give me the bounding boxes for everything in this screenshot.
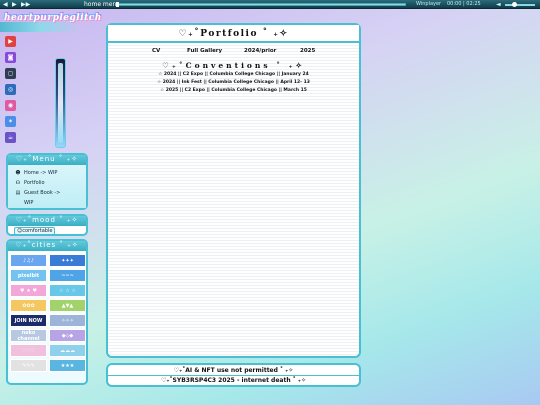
progress-handle[interactable] xyxy=(116,2,119,7)
city-badge[interactable]: JOIN NOW xyxy=(10,314,47,327)
city-badge[interactable]: ♥ ★ ♥ xyxy=(10,284,47,297)
portfolio-panel: ♡₊˚Portfolio ˚ ₊✧ CV Full Gallery 2024/p… xyxy=(106,23,361,358)
smiley-icon: ☻ xyxy=(15,170,21,176)
book-icon: ▤ xyxy=(15,190,21,196)
square-icon[interactable]: ◻ xyxy=(5,68,16,79)
twitch-icon[interactable]: ◙ xyxy=(5,52,16,63)
menu-item-label: Portfolio xyxy=(24,180,45,186)
city-badge[interactable]: ♪♫♪ xyxy=(10,254,47,267)
next-icon[interactable]: ▶▶ xyxy=(21,1,30,8)
previous-icon[interactable]: ◀ xyxy=(3,1,8,8)
kofi-icon[interactable]: ☕ xyxy=(5,132,16,143)
menu-item-guestbook[interactable]: ▤ Guest Book -> xyxy=(14,188,80,198)
city-badge[interactable]: ☆ ☆ ☆ xyxy=(49,284,86,297)
page-title: ♡₊˚Portfolio ˚ ₊✧ xyxy=(108,25,359,43)
portfolio-tabs: CV Full Gallery 2024/prior 2025 xyxy=(108,47,359,56)
player-name: Winplayer xyxy=(416,1,442,7)
sidebar-scroll-decoration xyxy=(55,58,66,148)
conventions-list: ☆ 2024 || C2 Expo || Columbia College Ch… xyxy=(108,71,359,95)
city-badge[interactable]: neko channel xyxy=(10,329,47,342)
footer-panel: ♡₊˚AI & NFT use not permitted ˚ ₊✧ ♡₊˚SY… xyxy=(106,363,361,387)
tab-2025[interactable]: 2025 xyxy=(300,47,315,56)
tab-cv[interactable]: CV xyxy=(152,47,160,56)
speaker-icon[interactable]: ◄ xyxy=(496,1,501,8)
city-badge[interactable]: ~~~ xyxy=(49,269,86,282)
list-item: ☆ 2025 || C2 Expo || Columbia College Ch… xyxy=(160,88,307,93)
time-elapsed: 00:00 xyxy=(447,1,462,7)
mood-title: ♡₊˚mood ˚ ₊✧ xyxy=(8,216,86,226)
menu-item-wip[interactable]: WIP xyxy=(14,198,80,208)
music-player-bar: ◀ ▶ ▶▶ home men Winplayer 00:00 | 02:25 … xyxy=(0,0,540,9)
menu-title: ♡₊˚Menu ˚ ₊✧ xyxy=(8,155,86,165)
palette-icon: ☊ xyxy=(15,180,21,186)
city-badge[interactable]: ✧✧✧ xyxy=(49,314,86,327)
city-badge[interactable]: ♡♡♡ xyxy=(10,344,47,357)
scroll-glow xyxy=(58,63,63,143)
site-logo[interactable]: heartpurpleglitch xyxy=(4,10,101,26)
cities-title: ♡₊˚cities ˚ ₊✧ xyxy=(8,241,86,251)
city-badge[interactable]: ☁☁☁ xyxy=(49,344,86,357)
camera-icon[interactable]: ◎ xyxy=(5,84,16,95)
city-badge[interactable]: ▲▼▲ xyxy=(49,299,86,312)
progress-bar[interactable] xyxy=(116,3,406,6)
menu-panel: ♡₊˚Menu ˚ ₊✧ ☻ Home -> WIP ☊ Portfolio ▤… xyxy=(6,153,88,210)
mood-panel: ♡₊˚mood ˚ ₊✧ ☺comfortable xyxy=(6,214,88,236)
logo-text: heartpurpleglitch xyxy=(4,13,102,23)
cities-panel: ♡₊˚cities ˚ ₊✧ ♪♫♪ ✦✦✦ pixelbit ~~~ ♥ ★ ♥ ☆ ☆… xyxy=(6,239,88,385)
play-icon[interactable]: ▶ xyxy=(12,1,17,8)
list-item: ☆ 2024 || C2 Expo || Columbia College Ch… xyxy=(158,72,309,77)
conventions-title: ♡₊˚Conventions ˚ ₊✧ xyxy=(162,61,305,70)
youtube-icon[interactable]: ▶ xyxy=(5,36,16,47)
menu-item-label: Home -> WIP xyxy=(24,170,58,176)
city-badge[interactable]: ✿✿✿ xyxy=(10,299,47,312)
city-badge[interactable]: ✎✎✎ xyxy=(10,359,47,372)
menu-item-home[interactable]: ☻ Home -> WIP xyxy=(14,168,80,178)
mood-value: comfortable xyxy=(22,228,53,234)
menu-item-portfolio[interactable]: ☊ Portfolio xyxy=(14,178,80,188)
menu-item-label: WIP xyxy=(24,200,34,206)
tab-2024-prior[interactable]: 2024/prior xyxy=(244,47,276,56)
menu-list: ☻ Home -> WIP ☊ Portfolio ▤ Guest Book -… xyxy=(8,165,86,208)
time-display: 00:00 | 02:25 xyxy=(447,1,481,7)
mood-body: ☺comfortable xyxy=(8,226,86,236)
menu-item-label: Guest Book -> xyxy=(24,190,61,196)
tab-full-gallery[interactable]: Full Gallery xyxy=(187,47,222,56)
city-badge[interactable]: ★★★ xyxy=(49,359,86,372)
instagram-icon[interactable]: ◉ xyxy=(5,100,16,111)
social-links: ▶ ◙ ◻ ◎ ◉ ✶ ☕ xyxy=(5,36,17,148)
city-badge[interactable]: ✦✦✦ xyxy=(49,254,86,267)
footer-credit: ♡₊˚SYB3RSP4C3 2025 - internet death ˚ ₊✧ xyxy=(161,377,306,384)
list-item: ☆ 2024 || Ink Fest || Columbia College C… xyxy=(157,80,310,85)
city-badge[interactable]: pixelbit xyxy=(10,269,47,282)
volume-slider[interactable] xyxy=(505,4,535,6)
time-total: 02:25 xyxy=(466,1,481,7)
footer-notice: ♡₊˚AI & NFT use not permitted ˚ ₊✧ xyxy=(108,366,359,376)
volume-handle[interactable] xyxy=(512,2,517,7)
city-badge[interactable]: ◆◇◆ xyxy=(49,329,86,342)
track-title: home men xyxy=(84,1,117,8)
bluesky-icon[interactable]: ✶ xyxy=(5,116,16,127)
mood-badge: ☺comfortable xyxy=(14,227,56,235)
